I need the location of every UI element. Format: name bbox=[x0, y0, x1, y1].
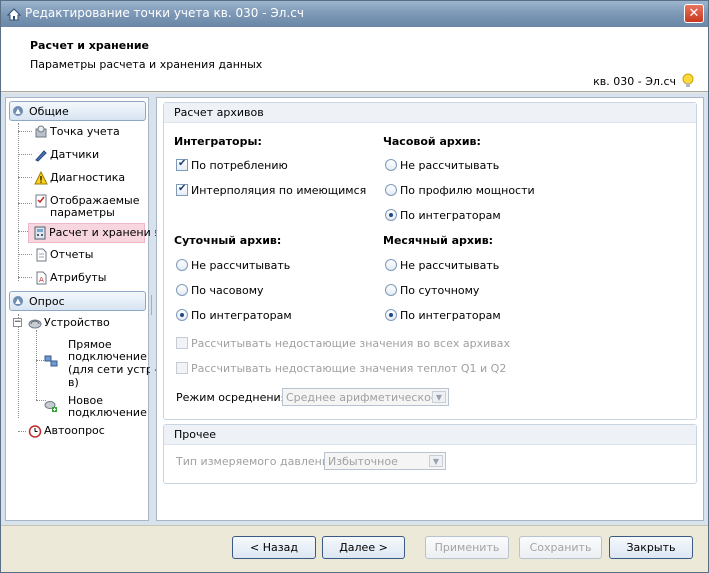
device-icon bbox=[28, 319, 42, 329]
settings-panel: Расчет архивов Интеграторы: По потреблен… bbox=[156, 97, 704, 521]
radio-button[interactable] bbox=[385, 309, 397, 321]
checkbox-box[interactable] bbox=[176, 183, 188, 196]
radio-button[interactable] bbox=[385, 259, 397, 271]
checklist-icon bbox=[35, 194, 47, 208]
tree-group-label: Опрос bbox=[29, 295, 65, 308]
panel-splitter[interactable] bbox=[150, 97, 155, 521]
tree-item-display-params[interactable]: Отображаемые параметры bbox=[30, 194, 146, 222]
back-button[interactable]: < Назад bbox=[232, 536, 316, 559]
apply-button[interactable]: Применить bbox=[425, 536, 509, 559]
window-title: Редактирование точки учета кв. 030 - Эл.… bbox=[25, 6, 304, 20]
tree-line bbox=[18, 314, 19, 418]
checkbox-box[interactable] bbox=[176, 158, 188, 171]
page-title: Расчет и хранение bbox=[30, 39, 149, 52]
tree-group-poll[interactable]: ▲ Опрос bbox=[9, 291, 146, 311]
chevron-down-icon[interactable]: ▼ bbox=[432, 391, 446, 403]
tree-item-device[interactable]: Устройство bbox=[24, 316, 142, 332]
object-name: кв. 030 - Эл.сч bbox=[593, 75, 676, 88]
page-subtitle: Параметры расчета и хранения данных bbox=[30, 58, 263, 71]
collapse-icon[interactable]: ▲ bbox=[13, 296, 23, 306]
radio-button[interactable] bbox=[385, 184, 397, 196]
radio-button[interactable] bbox=[176, 309, 188, 321]
dialog-body: ▲ Общие Точка учета Датчики Диагностика bbox=[1, 93, 708, 525]
tree-item-reports[interactable]: Отчеты bbox=[30, 248, 146, 264]
radio-button[interactable] bbox=[385, 284, 397, 296]
tree-line bbox=[18, 123, 19, 281]
svg-text:A: A bbox=[39, 276, 44, 284]
tree-item-attributes[interactable]: A Атрибуты bbox=[30, 271, 146, 287]
integrators-label: Интеграторы: bbox=[174, 135, 262, 148]
hourly-archive-label: Часовой архив: bbox=[383, 135, 481, 148]
archives-group: Расчет архивов Интеграторы: По потреблен… bbox=[163, 102, 697, 420]
tree-group-label: Общие bbox=[29, 105, 69, 118]
window-close-button[interactable]: ✕ bbox=[684, 4, 704, 23]
pen-icon bbox=[35, 150, 47, 162]
monthly-archive-label: Месячный архив: bbox=[383, 234, 494, 247]
next-button[interactable]: Далее > bbox=[322, 536, 405, 559]
title-bar[interactable]: Редактирование точки учета кв. 030 - Эл.… bbox=[1, 1, 708, 27]
radio-button[interactable] bbox=[385, 209, 397, 221]
collapse-toggle-icon[interactable]: − bbox=[13, 318, 22, 327]
averaging-mode-select[interactable]: Среднее арифметическое ▼ bbox=[282, 388, 449, 406]
app-icon bbox=[7, 8, 21, 21]
tree-item-calc-storage[interactable]: Расчет и хранение bbox=[28, 223, 158, 243]
save-button[interactable]: Сохранить bbox=[519, 536, 602, 559]
checkbox-box[interactable] bbox=[176, 337, 188, 349]
tree-line bbox=[36, 330, 37, 400]
alarm-clock-icon bbox=[28, 425, 42, 438]
add-connection-icon bbox=[44, 401, 57, 412]
tree-item-new-connection[interactable]: Новое подключение bbox=[40, 394, 147, 422]
other-group: Прочее Тип измеряемого давления: Избыточ… bbox=[163, 424, 697, 484]
checkbox-box[interactable] bbox=[176, 362, 188, 374]
daily-archive-label: Суточный архив: bbox=[174, 234, 282, 247]
radio-button[interactable] bbox=[176, 284, 188, 296]
tree-group-general[interactable]: ▲ Общие bbox=[9, 101, 146, 121]
chevron-down-icon[interactable]: ▼ bbox=[429, 455, 443, 467]
tree-item-autopoll[interactable]: Автоопрос bbox=[24, 424, 142, 440]
collapse-icon[interactable]: ▲ bbox=[13, 106, 23, 116]
close-button[interactable]: Закрыть bbox=[609, 536, 693, 559]
radio-button[interactable] bbox=[385, 159, 397, 171]
network-icon bbox=[44, 355, 58, 367]
meter-icon bbox=[35, 125, 47, 138]
tree-item-direct-connection[interactable]: Прямое подключение (для сети устр- в) bbox=[40, 338, 157, 392]
button-bar: < Назад Далее > Применить Сохранить Закр… bbox=[1, 525, 708, 572]
attribute-document-icon: A bbox=[36, 271, 47, 285]
splitter-grip-icon[interactable] bbox=[151, 295, 154, 315]
archives-legend: Расчет архивов bbox=[164, 103, 696, 123]
radio-button[interactable] bbox=[176, 259, 188, 271]
tree-item-diagnostics[interactable]: Диагностика bbox=[30, 171, 146, 187]
tree-item-sensors[interactable]: Датчики bbox=[30, 148, 146, 164]
page-header: Расчет и хранение Параметры расчета и хр… bbox=[1, 27, 708, 92]
warning-icon bbox=[34, 171, 48, 185]
document-icon bbox=[36, 248, 47, 262]
other-legend: Прочее bbox=[164, 425, 696, 445]
pressure-type-label: Тип измеряемого давления: bbox=[176, 455, 340, 468]
tree-item-point[interactable]: Точка учета bbox=[30, 125, 146, 141]
averaging-label: Режим осреднения: bbox=[176, 391, 292, 404]
lightbulb-icon bbox=[682, 73, 694, 87]
calculator-icon bbox=[34, 226, 46, 240]
pressure-type-select[interactable]: Избыточное ▼ bbox=[324, 452, 446, 470]
navigation-tree: ▲ Общие Точка учета Датчики Диагностика bbox=[5, 97, 158, 521]
dialog-window: Редактирование точки учета кв. 030 - Эл.… bbox=[0, 0, 709, 573]
